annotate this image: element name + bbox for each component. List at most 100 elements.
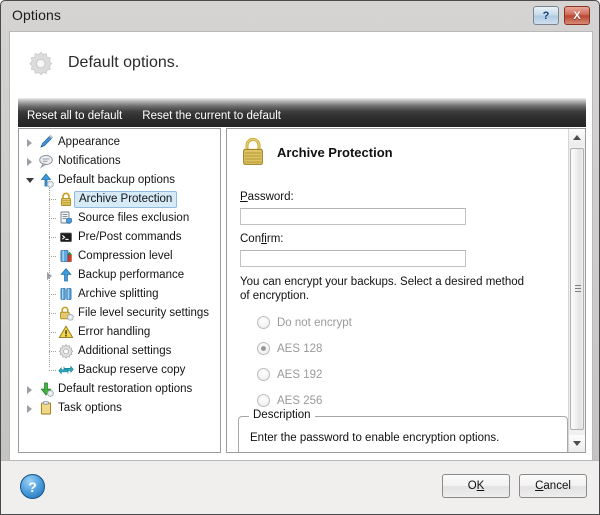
sidebar-item-error-handling[interactable]: Error handling [19,323,220,342]
close-icon: X [573,9,581,22]
dialog-client-area: Default options. Reset all to default Re… [9,31,593,461]
radio-icon [257,394,270,407]
confirm-input[interactable] [240,250,466,267]
grip-icon [575,285,581,293]
sidebar-item-label: Source files exclusion [78,212,190,224]
radio-label: AES 128 [277,342,323,355]
chevron-right-icon[interactable] [24,137,35,148]
reset-all-to-default-button[interactable]: Reset all to default [27,110,122,127]
sidebar-item-appearance[interactable]: Appearance [19,133,220,152]
sidebar-item-default-restoration-options[interactable]: Default restoration options [19,380,220,399]
sidebar-item-label: Appearance [58,136,121,148]
question-mark-glyph: ? [28,478,37,495]
padlock-icon [240,137,266,167]
help-icon[interactable]: ? [20,474,45,499]
scroll-up-button[interactable] [569,129,585,146]
question-mark-icon: ? [542,9,550,22]
panel-title: Archive Protection [277,145,393,160]
archive-protection-panel: Archive Protection Password: Confirm: Yo… [226,128,586,453]
dialog-footer: ? OK Cancel [1,460,599,514]
sidebar-item-label: Backup reserve copy [78,364,186,376]
radio-label: Do not encrypt [277,316,352,329]
sidebar-item-label: Additional settings [78,345,172,357]
sidebar-item-default-backup-options[interactable]: Default backup options [19,171,220,190]
options-tree: Appearance Notifications Default backup … [19,129,220,418]
scroll-down-button[interactable] [569,435,585,452]
options-dialog-window: Options ? X Default options. Reset all t… [0,0,600,515]
sidebar-item-label: File level security settings [78,307,210,319]
reset-toolbar: Reset all to default Reset the current t… [18,98,586,127]
description-text: Enter the password to enable encryption … [250,432,500,444]
sidebar-item-backup-performance[interactable]: Backup performance [19,266,220,285]
ok-label-pre: O [467,480,477,492]
split-archive-icon [58,286,74,302]
chevron-right-icon[interactable] [24,384,35,395]
password-input[interactable] [240,208,466,225]
triangle-up-icon [573,135,581,140]
options-tree-pane: Appearance Notifications Default backup … [18,128,221,453]
radio-aes-256[interactable]: AES 256 [257,391,322,410]
sidebar-item-pre-post-commands[interactable]: Pre/Post commands [19,228,220,247]
password-accesskey: P [240,191,248,203]
page-title: Default options. [68,54,180,71]
sidebar-item-archive-protection[interactable]: Archive Protection [19,190,220,209]
radio-aes-192[interactable]: AES 192 [257,365,322,384]
window-title: Options [12,7,61,23]
radio-aes-128[interactable]: AES 128 [257,339,322,358]
sidebar-item-label: Task options [58,402,122,414]
sidebar-item-label: Pre/Post commands [78,231,182,243]
title-bar: Options ? X [1,1,599,31]
reset-current-to-default-button[interactable]: Reset the current to default [142,110,281,127]
gear-icon [58,343,74,359]
password-label-rest: assword: [247,191,294,203]
sidebar-item-label: Default backup options [58,174,175,186]
vertical-scrollbar[interactable] [568,129,585,452]
blue-up-arrow-gear-icon [38,172,54,188]
padlock-gear-icon [58,305,74,321]
description-legend: Description [249,409,315,421]
triangle-down-icon [573,441,581,446]
sidebar-item-additional-settings[interactable]: Additional settings [19,342,220,361]
padlock-icon [58,191,74,207]
double-arrow-icon [58,362,74,378]
confirm-label-rest: rm: [266,233,284,245]
sidebar-item-notifications[interactable]: Notifications [19,152,220,171]
cancel-label-rest: ancel [543,480,571,492]
compression-icon [58,248,74,264]
radio-label: AES 192 [277,368,323,381]
sidebar-item-task-options[interactable]: Task options [19,399,220,418]
chevron-right-icon[interactable] [24,156,35,167]
chevron-right-icon[interactable] [24,403,35,414]
cancel-button[interactable]: Cancel [519,474,587,498]
sidebar-item-label: Error handling [78,326,151,338]
sidebar-item-archive-splitting[interactable]: Archive splitting [19,285,220,304]
sidebar-item-source-files-exclusion[interactable]: Source files exclusion [19,209,220,228]
console-icon [58,229,74,245]
brush-icon [38,134,54,150]
description-groupbox: Description Enter the password to enable… [238,409,568,452]
close-button[interactable]: X [564,6,590,25]
sidebar-item-label: Compression level [78,250,173,262]
scrollbar-thumb[interactable] [570,148,584,430]
chevron-right-icon[interactable] [44,270,55,281]
sidebar-item-compression-level[interactable]: Compression level [19,247,220,266]
password-label: Password: [240,191,294,203]
clipboard-icon [38,400,54,416]
confirm-label: Confirm: [240,233,283,245]
ok-accesskey: K [476,480,485,492]
speech-bubble-icon [38,153,54,169]
sidebar-item-label: Notifications [58,155,121,167]
help-icon-button[interactable]: ? [533,6,559,25]
sidebar-item-file-level-security-settings[interactable]: File level security settings [19,304,220,323]
chevron-down-icon[interactable] [24,175,35,186]
sidebar-item-label: Archive splitting [78,288,159,300]
document-shield-icon [58,210,74,226]
ok-button[interactable]: OK [442,474,510,498]
warning-triangle-icon [58,324,74,340]
sidebar-item-backup-reserve-copy[interactable]: Backup reserve copy [19,361,220,380]
sidebar-item-label: Backup performance [78,269,185,281]
sidebar-item-label: Archive Protection [74,191,178,208]
green-down-arrow-gear-icon [38,381,54,397]
radio-do-not-encrypt[interactable]: Do not encrypt [257,313,352,332]
encryption-hint-text: You can encrypt your backups. Select a d… [240,276,525,302]
